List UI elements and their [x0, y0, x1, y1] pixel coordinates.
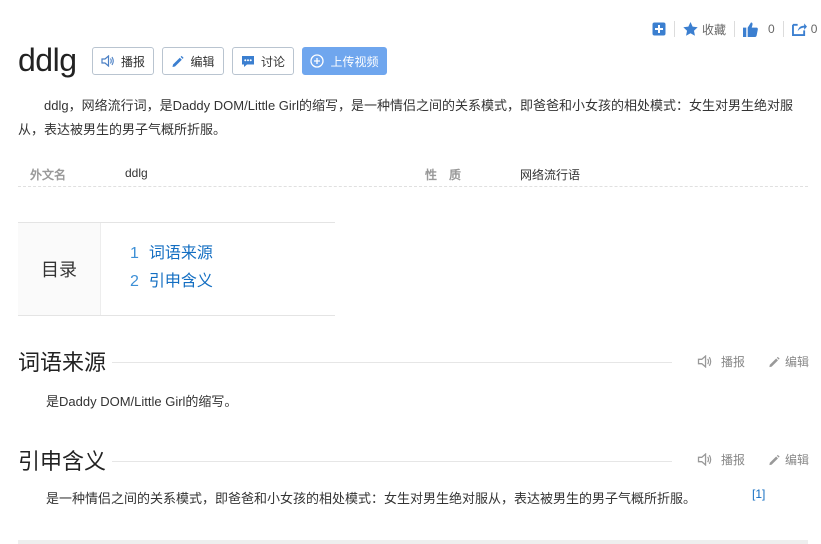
pencil-icon	[172, 55, 185, 67]
divider	[734, 21, 736, 37]
discuss-button[interactable]: 讨论	[232, 47, 294, 75]
section-text-meaning: 是一种情侣之间的关系模式，即爸爸和小女孩的相处模式：女生对男生绝对服从，表达被男…	[46, 491, 697, 506]
catalog: 目录 1 词语来源 2 引申含义	[18, 222, 335, 316]
catalog-item-number: 1	[130, 245, 139, 262]
catalog-item-meaning[interactable]: 2 引申含义	[130, 268, 213, 296]
speaker-icon	[101, 55, 114, 67]
catalog-item-number: 2	[130, 273, 139, 290]
broadcast-button[interactable]: 播报	[92, 47, 154, 75]
basic-info: 外文名 ddlg 性 质 网络流行语	[18, 160, 808, 187]
catalog-list: 1 词语来源 2 引申含义	[101, 223, 213, 315]
star-icon	[683, 22, 698, 36]
share-button[interactable]: 0	[791, 22, 818, 36]
thumbs-up-icon	[743, 21, 758, 37]
section-text-origin: 是Daddy DOM/Little Girl的缩写。	[46, 394, 238, 409]
catalog-item-label: 引申含义	[148, 273, 213, 290]
catalog-item-label: 词语来源	[148, 245, 213, 262]
top-toolbar: 收藏 0 0	[652, 20, 817, 38]
section-edit-label: 编辑	[785, 355, 810, 369]
section-edit-button[interactable]: 编辑	[768, 353, 809, 370]
plus-circle-icon	[310, 54, 325, 68]
section-broadcast-label: 播报	[721, 355, 746, 369]
divider	[782, 21, 784, 37]
info-value: 网络流行语	[520, 168, 581, 182]
collect-button[interactable]: 收藏	[683, 21, 726, 38]
share-count: 0	[810, 22, 818, 36]
reference-link[interactable]: [1]	[752, 487, 765, 501]
section-divider	[112, 461, 672, 462]
bottom-divider	[18, 540, 808, 544]
upload-label: 上传视频	[330, 54, 379, 69]
info-key: 外文名	[30, 168, 67, 182]
section-divider	[112, 362, 672, 363]
page-title: ddlg	[18, 42, 77, 78]
speaker-icon	[697, 355, 712, 368]
section-edit-button[interactable]: 编辑	[768, 451, 809, 468]
info-key: 性 质	[425, 168, 462, 182]
info-value: ddlg	[125, 166, 148, 180]
edit-label: 编辑	[190, 54, 215, 69]
collect-label: 收藏	[702, 22, 727, 37]
add-item-button[interactable]	[652, 22, 666, 36]
section-broadcast-button[interactable]: 播报	[697, 353, 745, 370]
edit-button[interactable]: 编辑	[162, 47, 224, 75]
like-count: 0	[768, 22, 775, 36]
chat-icon	[241, 55, 254, 67]
broadcast-label: 播报	[120, 54, 145, 69]
divider	[674, 21, 675, 37]
share-icon	[791, 23, 807, 36]
upload-video-button[interactable]: 上传视频	[302, 47, 387, 75]
pencil-icon	[769, 356, 780, 367]
section-broadcast-label: 播报	[721, 453, 746, 467]
catalog-item-origin[interactable]: 1 词语来源	[130, 240, 213, 268]
catalog-title: 目录	[18, 223, 101, 315]
discuss-label: 讨论	[260, 54, 285, 69]
section-edit-label: 编辑	[785, 453, 810, 467]
plus-square-icon	[652, 22, 666, 36]
section-title-origin: 词语来源	[18, 349, 113, 377]
lemma-summary: ddlg，网络流行词，是Daddy DOM/Little Girl的缩写，是一种…	[18, 98, 793, 137]
speaker-icon	[697, 453, 712, 466]
section-broadcast-button[interactable]: 播报	[697, 451, 745, 468]
like-button[interactable]: 0	[743, 21, 775, 37]
pencil-icon	[769, 454, 780, 465]
section-title-meaning: 引申含义	[18, 448, 113, 476]
